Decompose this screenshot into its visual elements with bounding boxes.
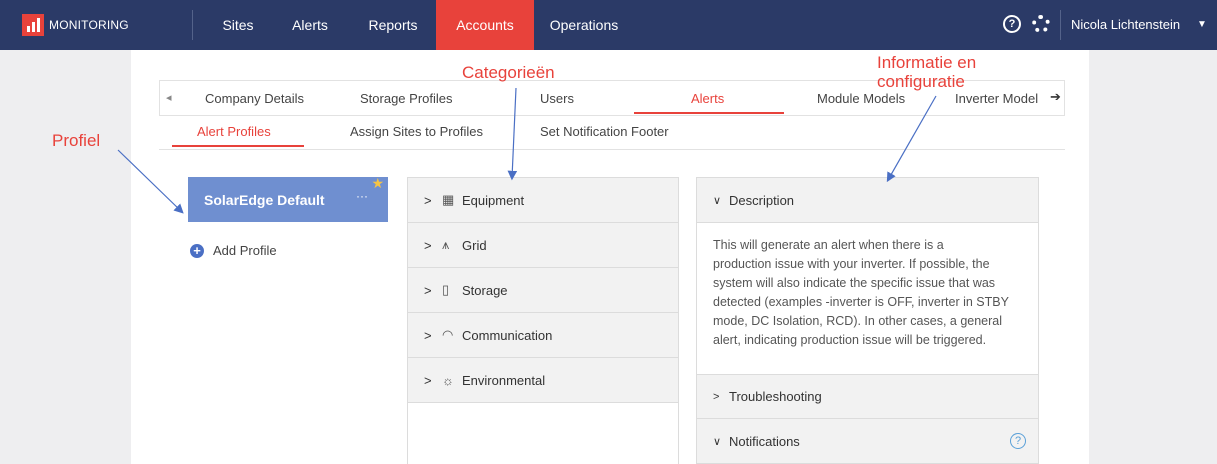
arrow-to-profile xyxy=(117,149,184,214)
arrow-to-info xyxy=(886,95,937,183)
arrow-to-categories xyxy=(507,87,518,181)
annotation-arrows xyxy=(117,87,937,214)
